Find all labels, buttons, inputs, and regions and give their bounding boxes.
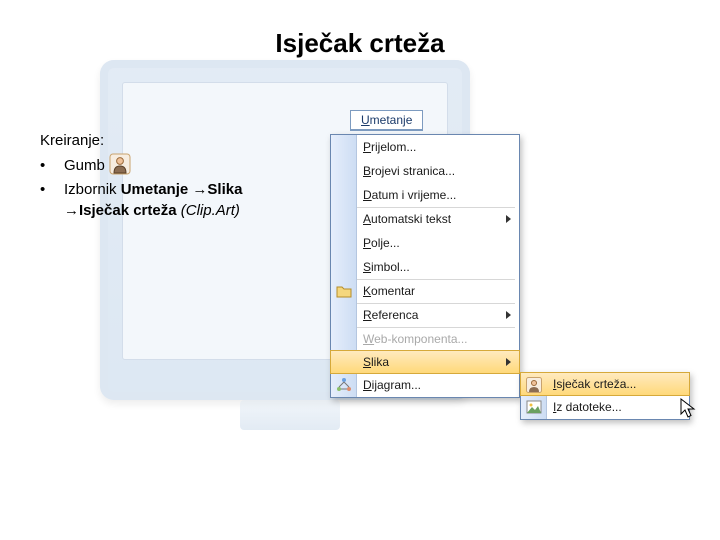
instruction-heading: Kreiranje: bbox=[40, 130, 330, 151]
menu-item-7[interactable]: Referenca bbox=[331, 303, 519, 327]
text-prefix: Izbornik bbox=[64, 181, 121, 198]
menu-item-label: Datum i vrijeme... bbox=[363, 188, 456, 202]
menu-item-label: Prijelom... bbox=[363, 140, 416, 154]
image-icon bbox=[526, 399, 542, 415]
menu-item-8: Web-komponenta... bbox=[331, 327, 519, 351]
folder-icon bbox=[336, 283, 352, 299]
menu-item-label: Simbol... bbox=[363, 260, 410, 274]
menu-item-label: Slika bbox=[363, 355, 389, 369]
dropdown-menu: Prijelom... Brojevi stranica... Datum i vr… bbox=[330, 134, 520, 398]
menu-item-3[interactable]: Automatski tekst bbox=[331, 207, 519, 231]
menubar-umetanje[interactable]: Umetanje bbox=[350, 110, 423, 131]
arrow-icon: → bbox=[192, 181, 207, 198]
menu-item-9[interactable]: Slika bbox=[330, 350, 520, 374]
bullet-dot: • bbox=[40, 179, 64, 221]
menu-item-0[interactable]: Prijelom... bbox=[331, 135, 519, 159]
submenu-arrow-icon bbox=[506, 358, 511, 366]
menu-item-label: Polje... bbox=[363, 236, 400, 250]
menu-item-label: Brojevi stranica... bbox=[363, 164, 455, 178]
menu-item-10[interactable]: Dijagram... bbox=[331, 373, 519, 397]
diagram-icon bbox=[336, 377, 352, 393]
text-strong: Slika bbox=[207, 181, 242, 198]
menu-item-1[interactable]: Brojevi stranica... bbox=[331, 159, 519, 183]
bullet-label: Gumb bbox=[64, 157, 105, 174]
text-strong: Umetanje bbox=[121, 181, 193, 198]
submenu: Isječak crteža... Iz datoteke... bbox=[520, 372, 690, 420]
bullet-item: • Izbornik Umetanje →Slika →Isječak crte… bbox=[40, 179, 330, 221]
submenu-arrow-icon bbox=[506, 215, 511, 223]
bullet-item: • Gumb bbox=[40, 155, 330, 177]
menu-item-label: Isječak crteža... bbox=[553, 377, 636, 391]
menu-screenshot: Umetanje Prijelom... Brojevi stranica... D… bbox=[310, 110, 690, 470]
avatar-icon bbox=[526, 377, 542, 393]
text-strong: Isječak crteža bbox=[79, 202, 181, 219]
page-title: Isječak crteža bbox=[0, 28, 720, 59]
menu-item-6[interactable]: Komentar bbox=[331, 279, 519, 303]
menu-item-2[interactable]: Datum i vrijeme... bbox=[331, 183, 519, 207]
submenu-item-1[interactable]: Iz datoteke... bbox=[521, 395, 689, 419]
menu-item-label: Iz datoteke... bbox=[553, 400, 622, 414]
menu-item-4[interactable]: Polje... bbox=[331, 231, 519, 255]
menu-item-label: Komentar bbox=[363, 284, 415, 298]
avatar-icon bbox=[109, 153, 131, 175]
bullet-dot: • bbox=[40, 155, 64, 177]
menu-item-label: Web-komponenta... bbox=[363, 332, 468, 346]
text-italic: (Clip.Art) bbox=[181, 202, 240, 219]
menu-item-label: Dijagram... bbox=[363, 378, 421, 392]
menu-item-5[interactable]: Simbol... bbox=[331, 255, 519, 279]
cursor-icon bbox=[680, 398, 696, 425]
instruction-block: Kreiranje: • Gumb • Izbornik Umetanje →S… bbox=[40, 130, 330, 223]
submenu-arrow-icon bbox=[506, 311, 511, 319]
menu-item-label: Referenca bbox=[363, 308, 418, 322]
arrow-icon: → bbox=[64, 202, 79, 219]
menu-item-label: Automatski tekst bbox=[363, 212, 451, 226]
submenu-item-0[interactable]: Isječak crteža... bbox=[520, 372, 690, 396]
